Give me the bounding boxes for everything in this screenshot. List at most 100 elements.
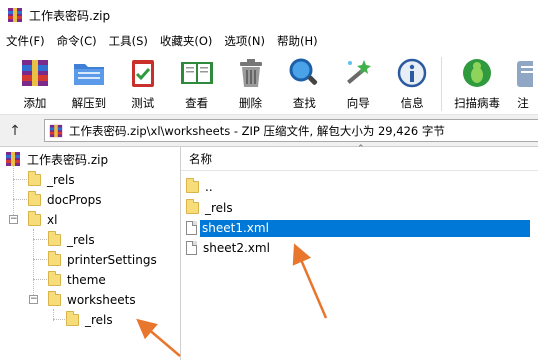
tree-item-theme[interactable]: theme <box>48 270 106 290</box>
tree-connector <box>13 199 27 200</box>
file-list[interactable]: ⌃ 名称 .. _rels sheet1.xml sheet2.xml <box>181 144 538 360</box>
magic-wand-icon <box>340 55 376 91</box>
tree-connector <box>33 279 47 280</box>
folder-icon <box>48 231 61 246</box>
folder-icon <box>186 178 199 193</box>
path-text: 工作表密码.zip\xl\worksheets - ZIP 压缩文件, 解包大小… <box>69 123 445 138</box>
file-name: sheet2.xml <box>203 241 270 255</box>
test-clipboard-icon <box>125 55 161 91</box>
menu-help[interactable]: 帮助(H) <box>277 33 318 49</box>
file-name: _rels <box>205 201 233 215</box>
toolbar-separator <box>441 57 443 111</box>
virus-scan-icon <box>459 55 495 91</box>
tree-item-label: xl <box>47 213 58 227</box>
list-item-sheet1[interactable]: sheet1.xml <box>186 218 530 238</box>
archive-icon <box>6 152 20 166</box>
folder-icon <box>48 291 61 306</box>
collapse-toggle-xl[interactable]: − <box>9 215 18 224</box>
tree-root-item[interactable]: 工作表密码.zip <box>5 149 108 169</box>
list-item-sheet2[interactable]: sheet2.xml <box>186 238 270 258</box>
tree-item-xl-rels[interactable]: _rels <box>48 230 95 250</box>
delete-label: 删除 <box>239 96 262 110</box>
wizard-label: 向导 <box>346 96 370 110</box>
menu-commands[interactable]: 命令(C) <box>57 33 97 49</box>
tree-connector <box>33 239 47 240</box>
tree-item-label: _rels <box>47 173 75 187</box>
tree-item-worksheets[interactable]: worksheets <box>48 290 136 310</box>
collapse-toggle-worksheets[interactable]: − <box>29 295 38 304</box>
file-name: sheet1.xml <box>200 219 530 237</box>
toolbar: 添加 解压到 测试 查看 删除 查找 向导 信息 扫描病毒 注 <box>0 51 538 115</box>
folder-icon <box>66 311 79 326</box>
extract-label: 解压到 <box>71 96 107 110</box>
comment-label: 注 <box>517 96 529 110</box>
tree-item-label: _rels <box>67 233 95 247</box>
tree-connector <box>13 163 14 221</box>
view-label: 查看 <box>185 96 209 110</box>
test-button[interactable]: 测试 <box>116 51 170 111</box>
test-label: 测试 <box>131 96 155 110</box>
folder-icon <box>28 211 41 226</box>
winrar-app-icon <box>8 8 22 22</box>
delete-button[interactable]: 删除 <box>224 51 278 111</box>
info-button[interactable]: 信息 <box>385 51 439 111</box>
menu-bar: 文件(F) 命令(C) 工具(S) 收藏夹(O) 选项(N) 帮助(H) <box>0 30 538 51</box>
folder-icon <box>28 191 41 206</box>
add-button[interactable]: 添加 <box>8 51 62 111</box>
sort-ascending-icon: ⌃ <box>357 144 365 154</box>
view-book-icon <box>179 55 215 91</box>
tree-root-label: 工作表密码.zip <box>27 152 109 167</box>
address-bar: ↑ 工作表密码.zip\xl\worksheets - ZIP 压缩文件, 解包… <box>0 116 538 146</box>
menu-tools[interactable]: 工具(S) <box>109 33 148 49</box>
extract-folder-icon <box>71 55 107 91</box>
up-one-level-button[interactable]: ↑ <box>0 117 30 145</box>
window-title: 工作表密码.zip <box>29 8 111 23</box>
xml-file-icon <box>186 221 197 235</box>
menu-favorites[interactable]: 收藏夹(O) <box>160 33 213 49</box>
menu-file[interactable]: 文件(F) <box>6 33 45 49</box>
title-bar: 工作表密码.zip <box>0 0 538 30</box>
file-name: .. <box>205 180 213 194</box>
find-button[interactable]: 查找 <box>277 51 331 111</box>
column-header-label: 名称 <box>189 151 212 166</box>
tree-item-label: _rels <box>85 313 113 327</box>
tree-item-label: worksheets <box>67 293 136 307</box>
info-icon <box>394 55 430 91</box>
archive-icon <box>49 124 63 137</box>
winrar-window: 工作表密码.zip 文件(F) 命令(C) 工具(S) 收藏夹(O) 选项(N)… <box>0 0 538 360</box>
add-archive-icon <box>17 55 53 91</box>
path-field[interactable]: 工作表密码.zip\xl\worksheets - ZIP 压缩文件, 解包大小… <box>44 119 538 142</box>
info-label: 信息 <box>400 96 424 110</box>
folder-icon <box>48 251 61 266</box>
arrow-up-icon: ↑ <box>9 123 21 139</box>
list-item-rels[interactable]: _rels <box>186 198 233 218</box>
xml-file-icon <box>186 241 197 255</box>
wizard-button[interactable]: 向导 <box>331 51 385 111</box>
virus-scan-label: 扫描病毒 <box>454 96 501 110</box>
column-header-name[interactable]: ⌃ 名称 <box>181 144 538 171</box>
tree-connector <box>53 319 65 320</box>
tree-item-label: printerSettings <box>67 253 157 267</box>
tree-item-worksheets-rels[interactable]: _rels <box>66 310 113 330</box>
folder-tree[interactable]: − − 工作表密码.zip _rels docProps xl _rels pr… <box>0 146 181 360</box>
list-item-parent[interactable]: .. <box>186 177 213 197</box>
folder-icon <box>186 199 199 214</box>
view-button[interactable]: 查看 <box>170 51 224 111</box>
tree-item-rels[interactable]: _rels <box>28 170 75 190</box>
folder-icon <box>48 271 61 286</box>
folder-icon <box>28 171 41 186</box>
magnifier-icon <box>286 55 322 91</box>
virus-scan-button[interactable]: 扫描病毒 <box>446 51 508 111</box>
tree-connector <box>13 179 27 180</box>
tree-item-printersettings[interactable]: printerSettings <box>48 250 157 270</box>
menu-options[interactable]: 选项(N) <box>224 33 265 49</box>
tree-item-label: theme <box>67 273 106 287</box>
comment-button[interactable]: 注 <box>508 51 538 111</box>
tree-item-label: docProps <box>47 193 102 207</box>
tree-connector <box>33 259 47 260</box>
tree-item-xl[interactable]: xl <box>28 210 57 230</box>
comment-icon <box>505 55 538 91</box>
extract-to-button[interactable]: 解压到 <box>62 51 116 111</box>
add-label: 添加 <box>23 96 47 110</box>
tree-item-docprops[interactable]: docProps <box>28 190 101 210</box>
